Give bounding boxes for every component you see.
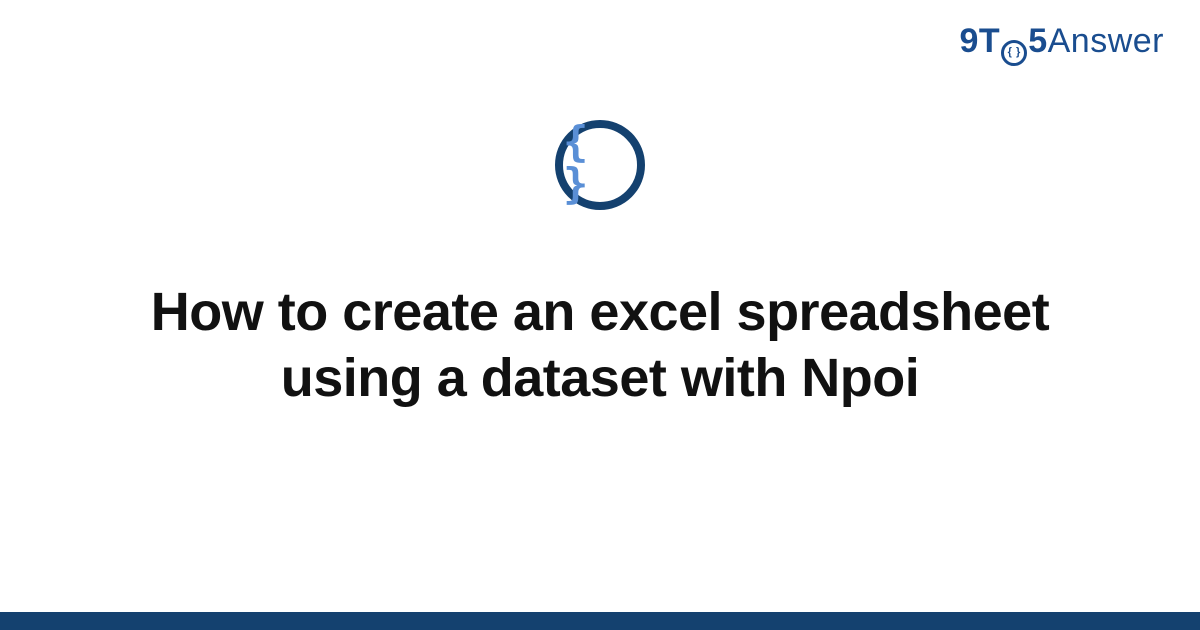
code-badge-icon: { } — [555, 120, 645, 210]
brand-to-t: T — [979, 22, 1000, 60]
footer-accent-bar — [0, 612, 1200, 630]
code-badge-glyph: { } — [563, 121, 637, 205]
main-content: { } How to create an excel spreadsheet u… — [0, 120, 1200, 412]
brand-five: 5 — [1028, 22, 1047, 60]
brand-logo: 9T{ }5Answer — [960, 22, 1165, 66]
brand-to-o-icon: { } — [1001, 40, 1027, 66]
brand-answer: Answer — [1048, 22, 1164, 60]
page-title: How to create an excel spreadsheet using… — [120, 280, 1080, 412]
brand-nine: 9 — [960, 22, 979, 60]
